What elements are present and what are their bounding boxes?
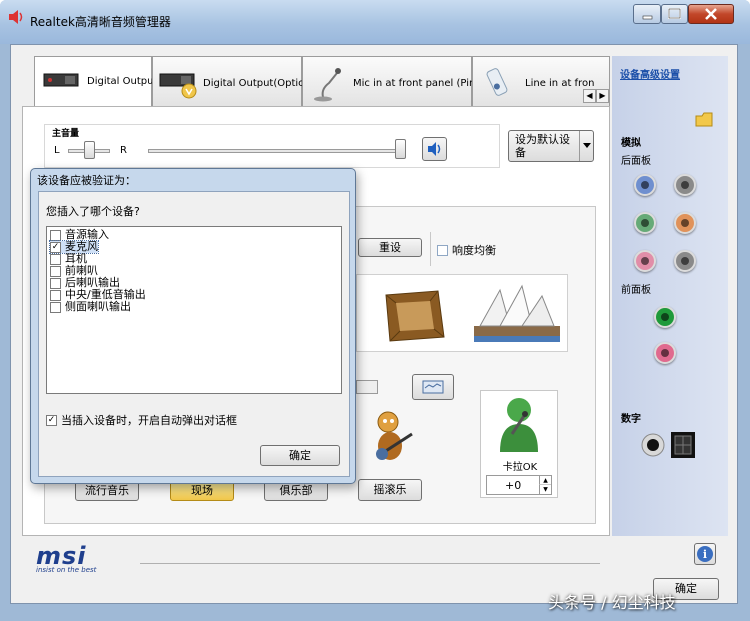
karaoke-label: 卡拉OK <box>502 462 538 473</box>
equalizer-button[interactable] <box>412 374 454 400</box>
stone-room-environment-icon[interactable] <box>380 285 450 345</box>
karaoke-stepper[interactable]: +0 ▲ ▼ <box>486 475 552 495</box>
auto-popup-checkbox[interactable]: ✓ 当插入设备时，开启自动弹出对话框 <box>46 412 237 428</box>
front-panel-pink-jack[interactable] <box>654 342 676 364</box>
tab-label: Digital Output <box>87 76 158 87</box>
digital-output-device-icon <box>43 73 79 87</box>
vertical-divider <box>430 232 431 266</box>
balance-right-label: R <box>120 145 127 156</box>
dialog-ok-button[interactable]: 确定 <box>260 445 340 466</box>
mute-button[interactable] <box>422 137 447 161</box>
minimize-button[interactable] <box>633 4 661 24</box>
volume-slider-track <box>148 149 404 153</box>
loudness-label: 响度均衡 <box>452 244 496 257</box>
tab-digital-output-optical[interactable]: Digital Output(Optical) <box>152 56 316 106</box>
speaker-icon <box>428 142 441 156</box>
tab-digital-output[interactable]: Digital Output <box>34 56 157 108</box>
checkbox-checked-icon: ✓ <box>46 414 57 426</box>
info-button[interactable]: i <box>694 543 716 565</box>
close-button[interactable] <box>688 4 734 24</box>
guitar-player-icon[interactable] <box>372 410 416 466</box>
scroll-right-icon[interactable]: ▶ <box>596 89 609 103</box>
back-panel-pink-jack[interactable] <box>634 250 656 272</box>
info-icon: i <box>697 546 713 562</box>
checkbox-box <box>50 253 61 265</box>
back-panel-orange-jack[interactable] <box>674 212 696 234</box>
tab-scroll-buttons: ◀ ▶ <box>583 89 609 103</box>
preset-live-button[interactable]: 现场 <box>170 481 234 501</box>
window-title: Realtek高清晰音频管理器 <box>30 15 171 29</box>
checkbox-box <box>50 229 61 241</box>
device-list: 音源输入 ✓ 麦克风 耳机 前喇叭 后喇叭输出 中央/重低音输出 侧面喇叭输出 <box>46 226 342 394</box>
effect-control[interactable] <box>356 380 378 394</box>
close-icon <box>705 8 717 20</box>
volume-slider-thumb[interactable] <box>395 139 406 159</box>
back-panel-gray-jack[interactable] <box>674 174 696 196</box>
main-volume-label: 主音量 <box>52 129 80 139</box>
minimize-icon <box>642 15 653 20</box>
tab-label: Line in at fron <box>525 78 595 89</box>
optical-output-device-icon <box>159 73 197 99</box>
sidebar <box>612 56 728 536</box>
auto-popup-label: 当插入设备时，开启自动弹出对话框 <box>61 414 237 427</box>
reset-button[interactable]: 重设 <box>358 238 422 257</box>
speaker-app-icon <box>9 10 23 24</box>
digital-heading: 数字 <box>621 414 641 425</box>
checkbox-box <box>50 289 61 301</box>
set-default-device-button[interactable]: 设为默认设备 <box>508 130 594 162</box>
karaoke-value: +0 <box>505 479 522 492</box>
maximize-button[interactable] <box>661 4 688 24</box>
tab-label: Digital Output(Optical) <box>203 78 317 89</box>
advanced-settings-link[interactable]: 设备高级设置 <box>620 66 680 81</box>
device-option[interactable]: 侧面喇叭输出 <box>50 301 131 313</box>
footer-divider <box>140 563 600 564</box>
checkbox-box <box>50 301 61 313</box>
preset-club-button[interactable]: 俱乐部 <box>264 481 328 501</box>
checkbox-box <box>50 265 61 277</box>
optical-output-icon[interactable] <box>670 431 696 459</box>
dialog-question: 您插入了哪个设备? <box>46 205 140 218</box>
checkbox-checked-icon: ✓ <box>50 241 61 253</box>
karaoke-singer-icon[interactable] <box>494 394 544 454</box>
checkbox-box <box>50 277 61 289</box>
tab-mic-front-panel[interactable]: Mic in at front panel (Pink) <box>302 56 485 106</box>
set-default-device-label: 设为默认设备 <box>515 133 570 159</box>
preset-rock-button[interactable]: 摇滚乐 <box>358 479 422 501</box>
front-panel-green-jack[interactable] <box>654 306 676 328</box>
folder-icon[interactable] <box>694 110 714 128</box>
dropdown-divider <box>579 131 580 161</box>
tab-label: Mic in at front panel (Pink) <box>353 78 486 89</box>
balance-slider-thumb[interactable] <box>84 141 95 159</box>
watermark-text: 头条号 / 幻尘科技 <box>548 593 676 612</box>
back-panel-gray-jack-2[interactable] <box>674 250 696 272</box>
svg-text:i: i <box>703 548 707 561</box>
maximize-icon <box>668 8 681 19</box>
checkbox-box <box>437 244 448 256</box>
coaxial-output-icon[interactable] <box>640 432 666 458</box>
loudness-equalization-checkbox[interactable]: 响度均衡 <box>437 242 496 258</box>
back-panel-green-jack[interactable] <box>634 212 656 234</box>
chevron-down-icon <box>583 143 591 148</box>
stepper-down-icon[interactable]: ▼ <box>539 485 551 494</box>
microphone-icon <box>314 68 341 102</box>
scroll-left-icon[interactable]: ◀ <box>583 89 596 103</box>
balance-left-label: L <box>54 145 60 156</box>
preset-pop-button[interactable]: 流行音乐 <box>75 481 139 501</box>
analog-heading: 模拟 <box>621 138 641 149</box>
equalizer-icon <box>422 380 444 394</box>
front-panel-label: 前面板 <box>621 285 651 296</box>
msi-tagline: insist on the best <box>36 566 97 574</box>
dialog-title: 该设备应被验证为： <box>37 174 136 187</box>
back-panel-blue-jack[interactable] <box>634 174 656 196</box>
back-panel-label: 后面板 <box>621 156 651 167</box>
audio-player-icon <box>486 68 508 96</box>
stepper-up-icon[interactable]: ▲ <box>539 476 551 485</box>
device-option-label: 侧面喇叭输出 <box>65 300 131 313</box>
opera-house-environment-icon[interactable] <box>470 280 564 344</box>
